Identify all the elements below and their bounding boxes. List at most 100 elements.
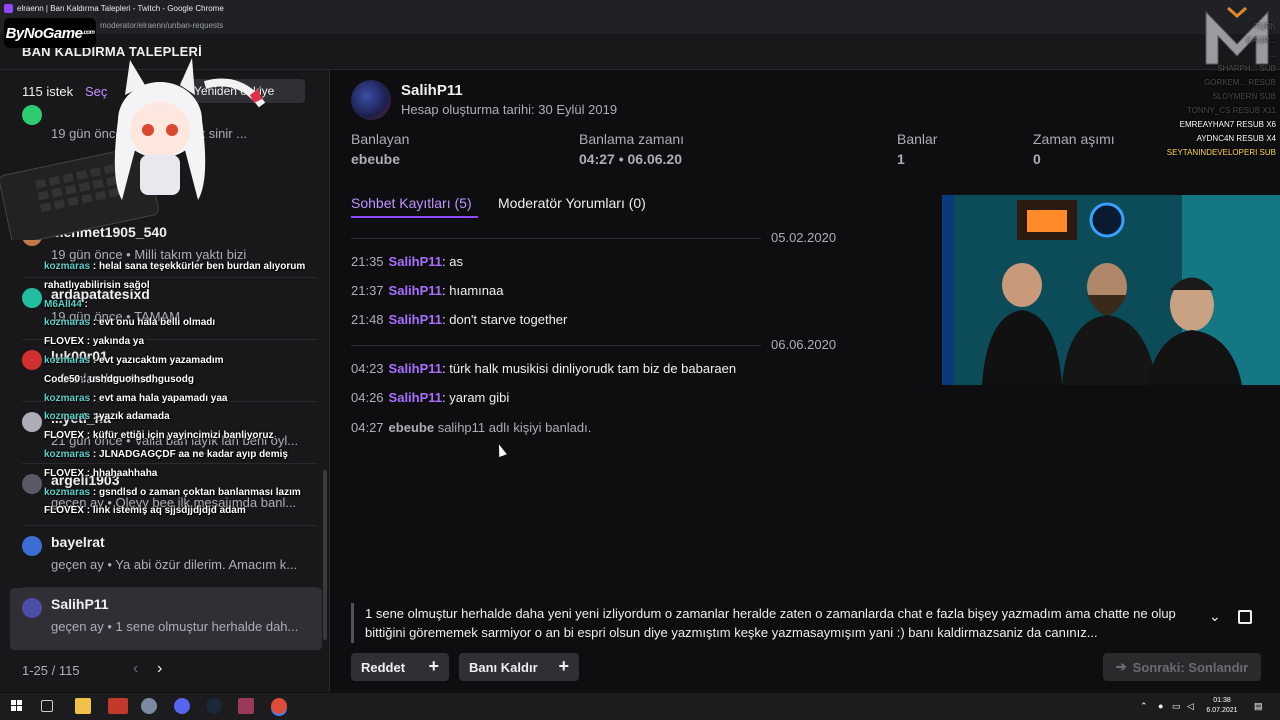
log-username[interactable]: SalihP11 xyxy=(389,390,442,405)
network-icon[interactable]: ▭ xyxy=(1172,701,1181,712)
chat-overlay-line: kozmaras : helal sana teşekkürler ben bu… xyxy=(44,261,306,272)
sub-alert-line: SEYTANINDEVELOPERI SUB xyxy=(1166,148,1276,157)
app-root: elraenn | Ban Kaldırma Talepleri - Twitc… xyxy=(0,0,1280,720)
chat-overlay-message: yazık adamada xyxy=(99,411,170,423)
next-page-button[interactable]: › xyxy=(157,660,162,678)
chat-overlay-message: hhahaahhaha xyxy=(92,467,158,479)
notifications-icon[interactable]: ▤ xyxy=(1254,701,1263,712)
appeal-quote-bar xyxy=(351,603,354,643)
sub-alert-line: SLOYMERN SUB xyxy=(1212,92,1276,101)
request-username: SalihP11 xyxy=(51,596,109,612)
anime-cat-mascot-overlay xyxy=(0,58,266,240)
app-icon[interactable] xyxy=(238,698,254,714)
chat-overlay-user: kozmaras xyxy=(44,411,91,423)
request-preview: 19 gün önce • Milli takım yaktı bizi xyxy=(51,247,247,262)
account-created-date: Hesap oluşturma tarihi: 30 Eylül 2019 xyxy=(401,102,618,117)
request-list-item[interactable]: bayelrat geçen ay • Ya abi özür dilerim. … xyxy=(10,526,322,588)
log-username[interactable]: ebeube xyxy=(389,420,435,435)
clock-date: 6.07.2021 xyxy=(1206,707,1238,714)
task-view-icon[interactable] xyxy=(41,700,53,712)
report-icon[interactable] xyxy=(1238,610,1252,624)
stream-chat-overlay: kozmaras : helal sana teşekkürler ben bu… xyxy=(44,261,334,524)
chat-overlay-message: yakında ya xyxy=(92,336,145,348)
deny-button[interactable]: Reddet + xyxy=(351,653,449,681)
chat-overlay-message: ushdguoihsdhgusodg xyxy=(89,373,194,385)
log-timestamp: 21:37 xyxy=(351,283,384,298)
taskbar-clock[interactable]: 01:38 6.07.2021 xyxy=(1202,696,1242,716)
timeout-count-value: 0 xyxy=(1033,151,1041,167)
log-username[interactable]: SalihP11 xyxy=(389,312,442,327)
tab-chat-logs[interactable]: Sohbet Kayıtları (5) xyxy=(351,195,472,211)
chat-overlay-user: kozmaras xyxy=(44,486,91,498)
plus-icon: + xyxy=(428,656,439,676)
mouse-cursor-icon xyxy=(495,442,507,458)
chat-overlay-user: kozmaras xyxy=(44,317,91,329)
chat-log-line: 21:48 SalihP11: don't starve together xyxy=(351,312,567,327)
tray-chevron-icon[interactable]: ⌃ xyxy=(1140,701,1148,712)
chat-overlay-user: kozmaras xyxy=(44,392,91,404)
log-message: : yaram gibi xyxy=(442,390,510,405)
volume-icon[interactable]: ◁ xyxy=(1187,701,1194,712)
chat-overlay-line: FLOVEX : küfür ettiği için yayincimizi b… xyxy=(44,430,274,442)
deny-label: Reddet xyxy=(361,659,406,675)
url-text: moderator/elraenn/unban-requests xyxy=(100,20,224,30)
log-username[interactable]: SalihP11 xyxy=(389,254,442,269)
sub-alert-line: ... xyxy=(1269,50,1276,59)
log-message: : hıamınaa xyxy=(442,283,504,298)
avatar xyxy=(22,412,42,432)
request-username: bayelrat xyxy=(51,534,105,550)
windows-taskbar xyxy=(0,693,1280,720)
avatar xyxy=(22,474,42,494)
chat-overlay-user: M6All44 xyxy=(44,298,82,310)
bynogame-logo-suffix: .com xyxy=(82,30,95,36)
log-timestamp: 04:26 xyxy=(351,390,384,405)
detail-username: SalihP11 xyxy=(401,82,463,99)
steam-icon[interactable] xyxy=(206,698,222,714)
chat-overlay-user: Code50 xyxy=(44,373,81,385)
avatar xyxy=(22,536,42,556)
appeal-message: 1 sene olmuştur herhalde daha yeni yeni … xyxy=(365,606,1176,640)
file-explorer-icon[interactable] xyxy=(75,698,91,714)
windows-start-icon[interactable] xyxy=(11,700,23,712)
date-separator-line xyxy=(351,345,761,346)
chat-overlay-line: kozmaras : JLNADGAGÇDF aa ne kadar ayıp … xyxy=(44,448,288,460)
chat-overlay-message: JLNADGAGÇDF aa ne kadar ayıp demiş xyxy=(99,448,288,460)
chat-log-line: 21:35 SalihP11: as xyxy=(351,254,463,269)
log-timestamp: 04:23 xyxy=(351,361,384,376)
discord-icon[interactable] xyxy=(174,698,190,714)
request-preview: geçen ay • Ya abi özür dilerim. Amacım k… xyxy=(51,557,298,572)
chat-log-line: 04:27 ebeube salihp11 adlı kişiyi banladı… xyxy=(351,420,591,435)
ban-time-label: Banlama zamanı xyxy=(579,131,685,147)
chat-overlay-user: kozmaras xyxy=(44,354,91,366)
chat-overlay-line: kozmaras : gsndlsd o zaman çoktan banlan… xyxy=(44,486,301,498)
chrome-icon[interactable] xyxy=(271,698,287,714)
app-icon[interactable] xyxy=(141,698,157,714)
request-list-item[interactable]: SalihP11 geçen ay • 1 sene olmuştur herha… xyxy=(10,588,322,650)
microphone-icon[interactable]: ● xyxy=(1158,701,1163,711)
streamer-webcam-overlay xyxy=(942,195,1280,385)
prev-page-button[interactable]: ‹ xyxy=(133,660,138,678)
chat-overlay-message: evt yazıcaktım yazamadım xyxy=(99,354,224,366)
arrow-right-icon: ➔ xyxy=(1115,659,1127,674)
avatar xyxy=(22,288,42,308)
tab-moderator-comments[interactable]: Moderatör Yorumları (0) xyxy=(498,195,646,211)
chat-overlay-line: FLOVEX : hhahaahhaha xyxy=(44,467,158,479)
active-tab-indicator xyxy=(351,216,478,218)
avatar xyxy=(22,350,42,370)
sub-alert-line: SHARPH... SUB xyxy=(1217,64,1276,73)
chat-log-line: 04:26 SalihP11: yaram gibi xyxy=(351,390,509,405)
chrome-titlebar: elraenn | Ban Kaldırma Talepleri - Twitc… xyxy=(0,0,1280,16)
app-icon[interactable] xyxy=(108,698,128,714)
pagination-range: 1-25 / 115 xyxy=(22,663,80,678)
log-username[interactable]: SalihP11 xyxy=(389,361,442,376)
banned-by-label: Banlayan xyxy=(351,131,410,147)
sub-alerts-overlay: TURK CAGR...... SHARPH... SUB GORKEM... RES… xyxy=(1167,20,1276,160)
log-username[interactable]: SalihP11 xyxy=(389,283,442,298)
unban-button[interactable]: Banı Kaldır + xyxy=(459,653,579,681)
next-finish-button[interactable]: ➔ Sonraki: Sonlandır xyxy=(1103,653,1261,681)
expand-chevron-icon[interactable]: ⌄ xyxy=(1209,608,1221,625)
address-bar[interactable]: moderator/elraenn/unban-requests xyxy=(0,16,1280,34)
bynogame-logo: ByNoGame .com xyxy=(4,18,96,48)
sub-alert-line: EMREAYHAN7 RESUB X6 xyxy=(1179,120,1276,129)
chat-overlay-line: kozmaras : evt ama hala yapamadı yaa xyxy=(44,392,228,404)
